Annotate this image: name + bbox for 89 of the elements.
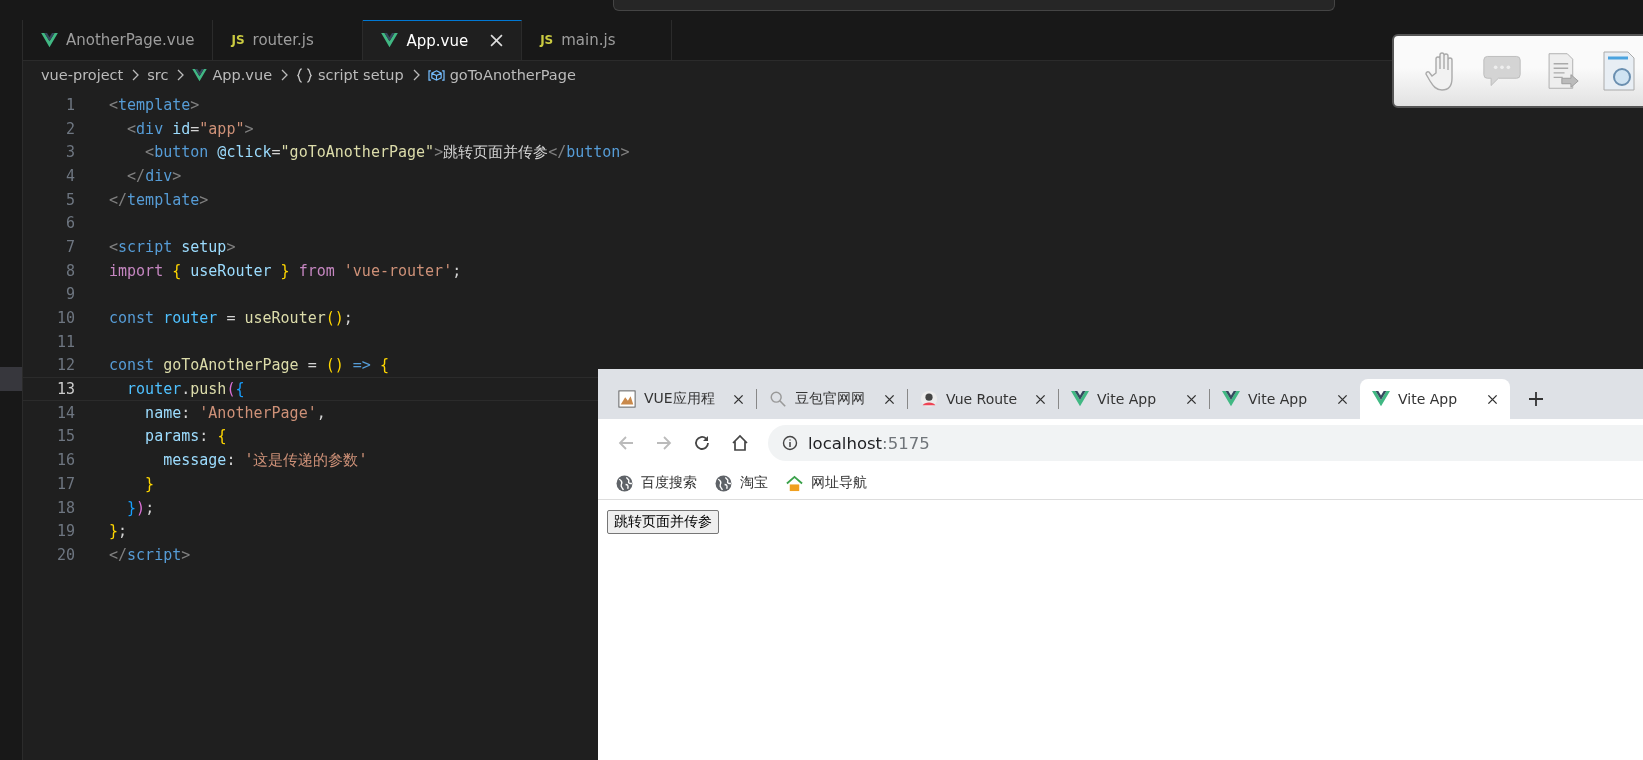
code-text: const goToAnotherPage = () => { <box>109 356 389 375</box>
js-icon: JS <box>540 33 554 47</box>
home-icon[interactable] <box>730 433 750 453</box>
line-number: 7 <box>64 237 76 256</box>
code-text: } <box>144 474 155 493</box>
close-icon[interactable] <box>733 393 744 405</box>
code-text: params: { <box>144 427 227 446</box>
vue-icon <box>192 68 208 82</box>
chevron-icon <box>131 69 140 81</box>
picture-icon <box>618 390 636 408</box>
cube-icon <box>427 67 445 83</box>
close-icon[interactable] <box>884 393 895 405</box>
breadcrumb-item[interactable]: App.vue <box>212 67 273 83</box>
code-text: <button @click="goToAnotherPage">跳转页面并传参</button> <box>144 142 630 162</box>
bookmark[interactable]: 淘宝 <box>715 474 768 492</box>
chevron-icon <box>280 69 289 81</box>
js-icon: JS <box>231 33 245 47</box>
breadcrumb-item[interactable]: script setup <box>318 67 404 83</box>
code-text: }); <box>126 498 155 517</box>
vue-icon <box>1372 390 1390 408</box>
house-icon <box>786 474 803 492</box>
braces-icon <box>296 67 314 83</box>
address-bar[interactable]: localhost:5175 <box>768 425 1643 461</box>
line-number: 16 <box>55 451 76 470</box>
breadcrumb-item[interactable]: vue-project <box>41 67 124 83</box>
line-number: 4 <box>64 166 76 185</box>
browser-tab[interactable]: Vite App <box>1360 379 1510 419</box>
line-number: 3 <box>64 143 76 162</box>
line-number: 19 <box>55 522 76 541</box>
page-button[interactable]: 跳转页面并传参 <box>607 510 719 534</box>
active-indicator <box>0 367 22 391</box>
line-number: 20 <box>55 545 76 564</box>
code-text: </div> <box>126 166 182 185</box>
browser-tab[interactable]: Vite App <box>1210 379 1360 419</box>
chevron-icon <box>411 69 420 81</box>
browser-tab[interactable]: Vue Route <box>908 379 1058 419</box>
code-text: }; <box>109 522 128 541</box>
line-number: 12 <box>55 356 76 375</box>
vue-icon <box>1222 390 1240 408</box>
editor-tab[interactable]: JS main.js <box>522 20 673 60</box>
code-text: name: 'AnotherPage', <box>144 403 326 422</box>
line-number: 18 <box>55 498 76 517</box>
close-icon[interactable] <box>1487 393 1498 405</box>
line-number: 2 <box>64 119 76 138</box>
line-number: 11 <box>55 332 76 351</box>
close-icon[interactable] <box>1337 393 1348 405</box>
vue-icon <box>1071 390 1089 408</box>
url-host: localhost <box>808 433 883 453</box>
reload-icon[interactable] <box>692 433 712 453</box>
info-icon <box>782 435 798 451</box>
new-tab-icon[interactable] <box>1528 391 1544 407</box>
line-number: 1 <box>64 95 76 114</box>
code-text: <div id="app"> <box>126 119 254 138</box>
bookmark[interactable]: 网址导航 <box>786 474 867 492</box>
code-text: <template> <box>109 95 200 114</box>
code-text: router.push({ <box>126 380 245 399</box>
breadcrumb-item[interactable]: src <box>147 67 169 83</box>
editor-tab[interactable]: App.vue <box>363 20 523 60</box>
globe-icon <box>715 474 732 492</box>
browser-tab[interactable]: 豆包官网网 <box>757 379 907 419</box>
close-icon[interactable] <box>1035 393 1046 405</box>
bookmark[interactable]: 百度搜索 <box>616 474 697 492</box>
editor-tab[interactable]: AnotherPage.vue <box>23 20 214 60</box>
browser-tab[interactable]: VUE应用程 <box>606 379 756 419</box>
code-text: const router = useRouter(); <box>109 309 353 328</box>
code-text: import { useRouter } from 'vue-router'; <box>109 261 462 280</box>
line-number: 13 <box>55 380 76 399</box>
globe-icon <box>616 474 633 492</box>
line-number: 8 <box>64 261 76 280</box>
close-icon[interactable] <box>1186 393 1197 405</box>
line-number: 14 <box>55 403 76 422</box>
code-text: <script setup> <box>109 237 236 256</box>
line-number: 6 <box>64 214 76 233</box>
browser-tab[interactable]: Vite App <box>1059 379 1209 419</box>
code-text: </template> <box>109 190 209 209</box>
search-icon <box>769 390 787 408</box>
line-number: 17 <box>55 474 76 493</box>
line-number: 5 <box>64 190 76 209</box>
line-number: 15 <box>55 427 76 446</box>
code-text: </script> <box>109 545 191 564</box>
chevron-icon <box>176 69 185 81</box>
avatar-icon <box>920 390 938 408</box>
vue-icon <box>381 33 399 48</box>
breadcrumb-item[interactable]: goToAnotherPage <box>449 67 576 83</box>
line-number: 10 <box>55 309 76 328</box>
url-port: :5175 <box>882 433 930 453</box>
vue-icon <box>41 32 58 48</box>
code-text: message: '这是传递的参数' <box>162 450 368 470</box>
line-number: 9 <box>64 285 76 304</box>
